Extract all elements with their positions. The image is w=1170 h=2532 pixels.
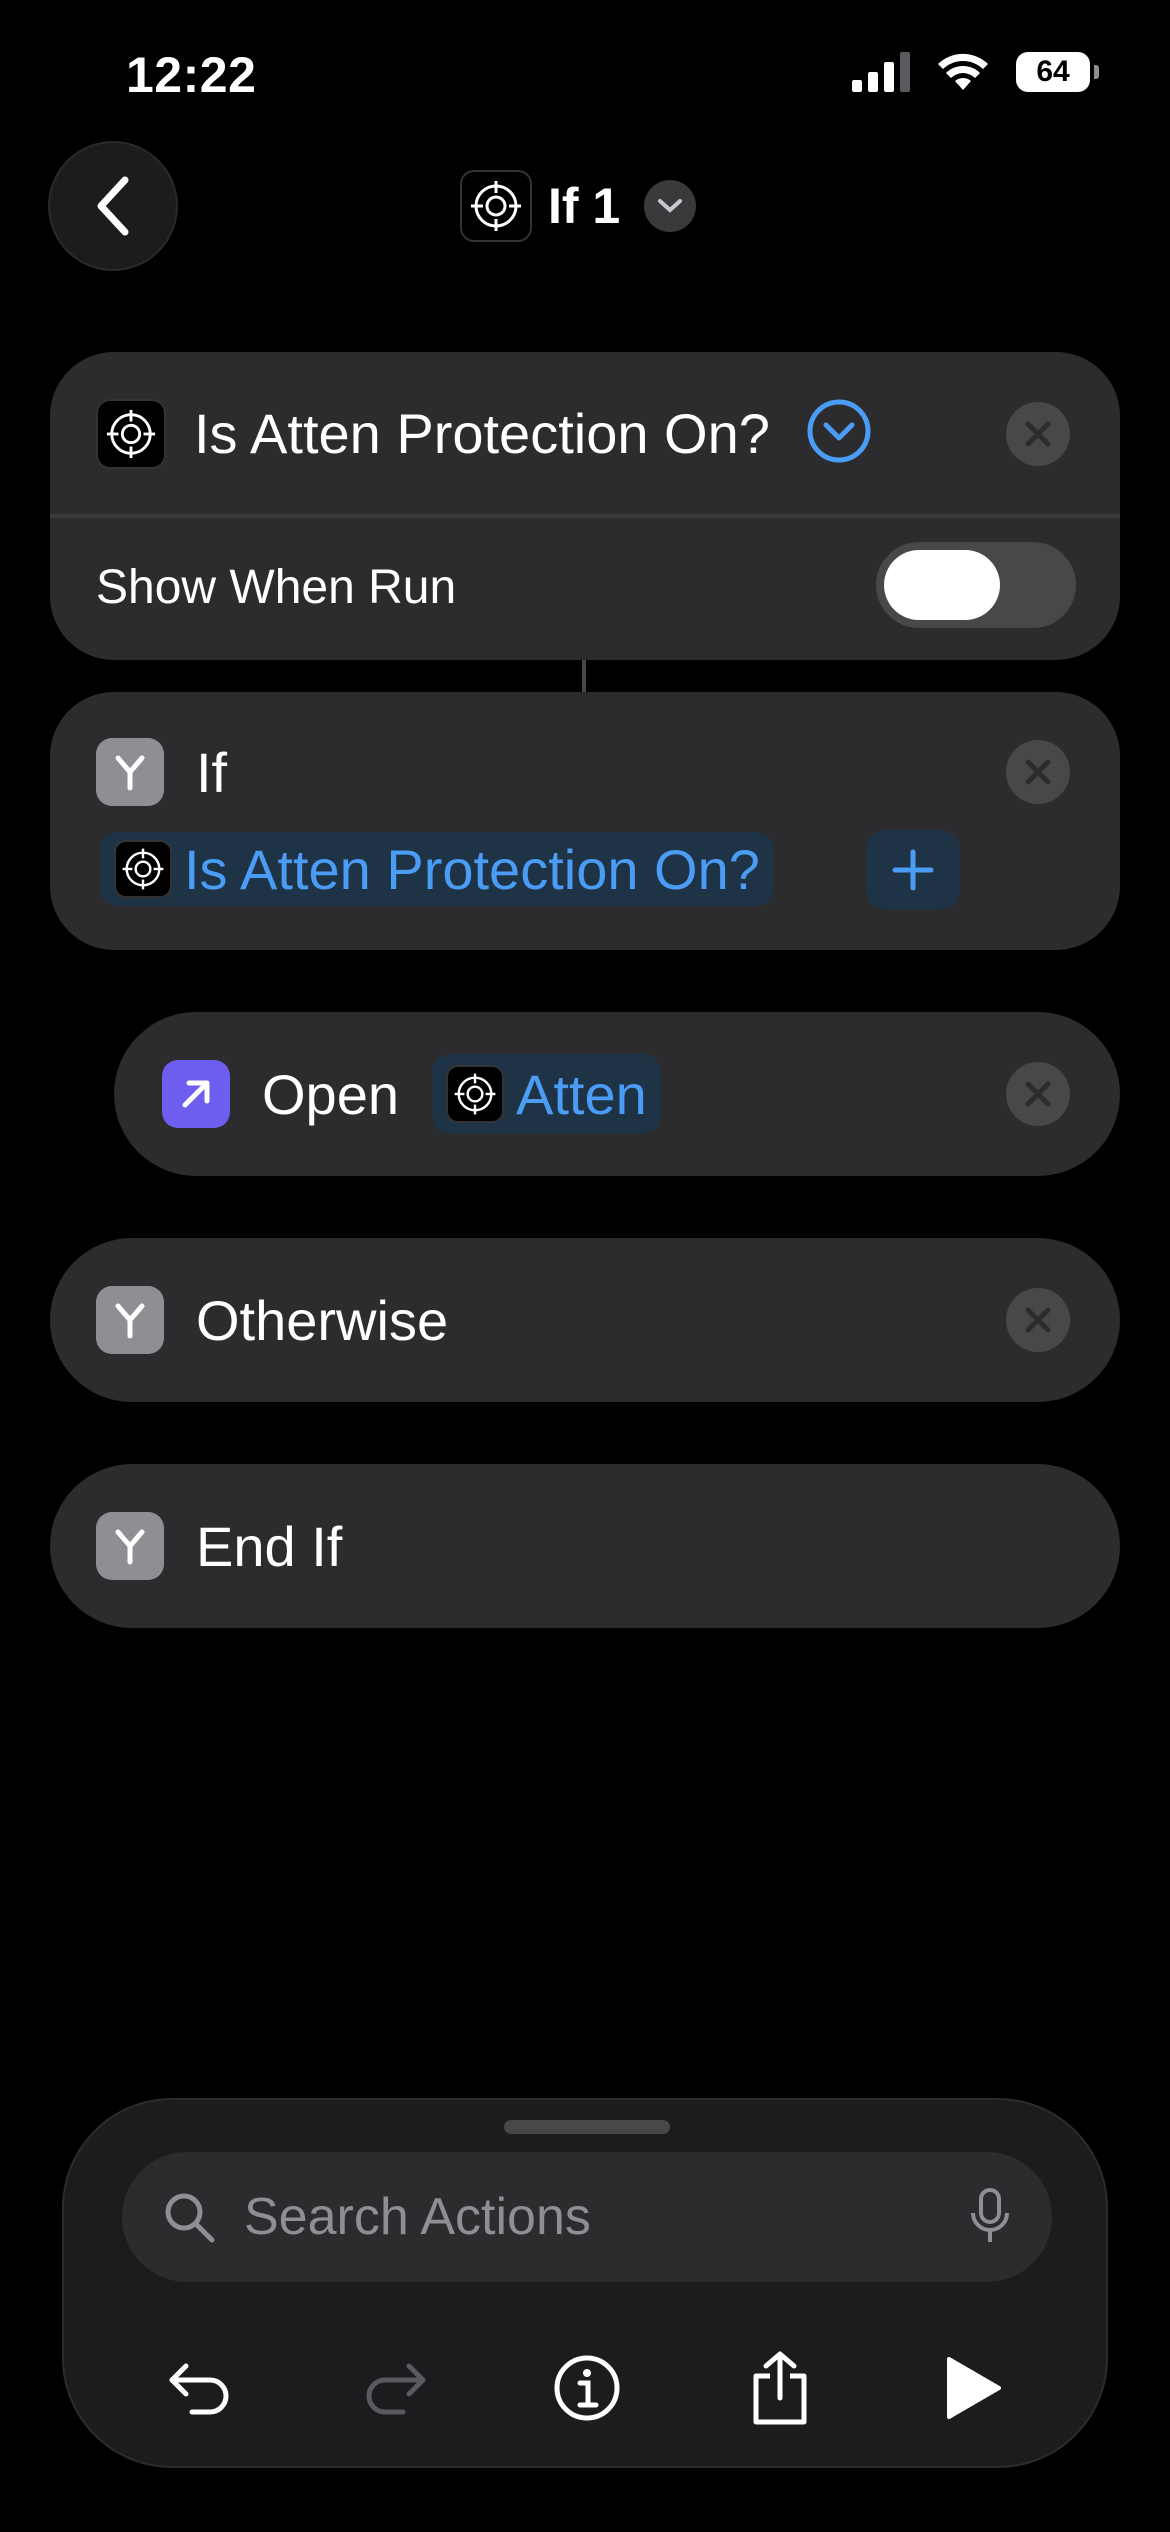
run-button[interactable]	[913, 2328, 1033, 2448]
status-icons: 64	[852, 52, 1099, 92]
open-title: Open	[262, 1063, 399, 1126]
undo-button[interactable]	[141, 2328, 261, 2448]
info-icon	[554, 2355, 620, 2421]
end-if-card[interactable]: End If	[50, 1464, 1120, 1628]
chevron-left-icon	[97, 176, 129, 236]
redo-button[interactable]	[334, 2328, 454, 2448]
if-card[interactable]: If Is Atten Protection On?	[50, 692, 1120, 950]
search-input[interactable]: Search Actions	[244, 2187, 968, 2247]
play-icon	[947, 2357, 1002, 2419]
microphone-icon[interactable]	[968, 2187, 1012, 2247]
battery-icon: 64	[1016, 52, 1099, 92]
undo-icon	[169, 2363, 229, 2415]
branch-icon	[96, 738, 164, 806]
atten-app-icon	[460, 170, 532, 242]
close-icon	[1025, 1081, 1051, 1107]
wifi-icon	[938, 53, 988, 90]
back-button[interactable]	[48, 141, 178, 271]
remove-open-button[interactable]	[1006, 1062, 1070, 1126]
if-title: If	[196, 741, 228, 804]
action-card-protection[interactable]: Is Atten Protection On? Show When Run	[50, 352, 1120, 660]
open-app-card[interactable]: Open Atten	[114, 1012, 1120, 1176]
open-arrow-icon	[162, 1060, 230, 1128]
status-time: 12:22	[126, 47, 257, 103]
app-token[interactable]: Atten	[432, 1054, 661, 1134]
close-icon	[1025, 421, 1051, 447]
atten-app-icon	[114, 840, 172, 898]
add-condition-button[interactable]	[866, 830, 960, 910]
condition-token-label: Is Atten Protection On?	[184, 837, 760, 901]
atten-app-icon	[96, 398, 166, 469]
branch-icon	[96, 1286, 164, 1354]
page-title: If 1	[548, 178, 621, 234]
plus-icon	[892, 849, 934, 891]
chevron-down-icon[interactable]	[644, 180, 697, 232]
actions-bottom-sheet[interactable]: Search Actions	[62, 2098, 1108, 2468]
condition-token[interactable]: Is Atten Protection On?	[100, 832, 774, 906]
show-when-run-toggle[interactable]	[876, 542, 1076, 628]
connector-line	[582, 660, 586, 692]
redo-icon	[366, 2363, 426, 2415]
share-icon	[753, 2351, 807, 2425]
info-button[interactable]	[527, 2328, 647, 2448]
action-title: Is Atten Protection On?	[194, 402, 770, 465]
atten-app-icon	[446, 1065, 504, 1123]
close-icon	[1025, 1307, 1051, 1333]
search-field[interactable]: Search Actions	[122, 2152, 1052, 2282]
search-icon	[165, 2193, 215, 2243]
otherwise-title: Otherwise	[196, 1289, 449, 1352]
app-token-label: Atten	[516, 1062, 647, 1126]
sheet-grabber[interactable]	[504, 2120, 670, 2134]
cellular-signal-icon	[852, 52, 910, 92]
remove-if-button[interactable]	[1006, 740, 1070, 804]
otherwise-card[interactable]: Otherwise	[50, 1238, 1120, 1402]
expand-chevron-icon[interactable]	[806, 398, 872, 469]
close-icon	[1025, 759, 1051, 785]
battery-level: 64	[1036, 55, 1070, 88]
branch-icon	[96, 1512, 164, 1580]
remove-action-button[interactable]	[1006, 402, 1070, 466]
divider	[50, 514, 1120, 518]
remove-otherwise-button[interactable]	[1006, 1288, 1070, 1352]
editor-toolbar	[64, 2318, 1110, 2458]
toggle-knob	[884, 550, 1000, 620]
show-when-run-label: Show When Run	[96, 561, 457, 614]
shortcut-title-menu[interactable]: If 1	[460, 170, 697, 242]
end-if-title: End If	[196, 1515, 343, 1578]
share-button[interactable]	[720, 2328, 840, 2448]
